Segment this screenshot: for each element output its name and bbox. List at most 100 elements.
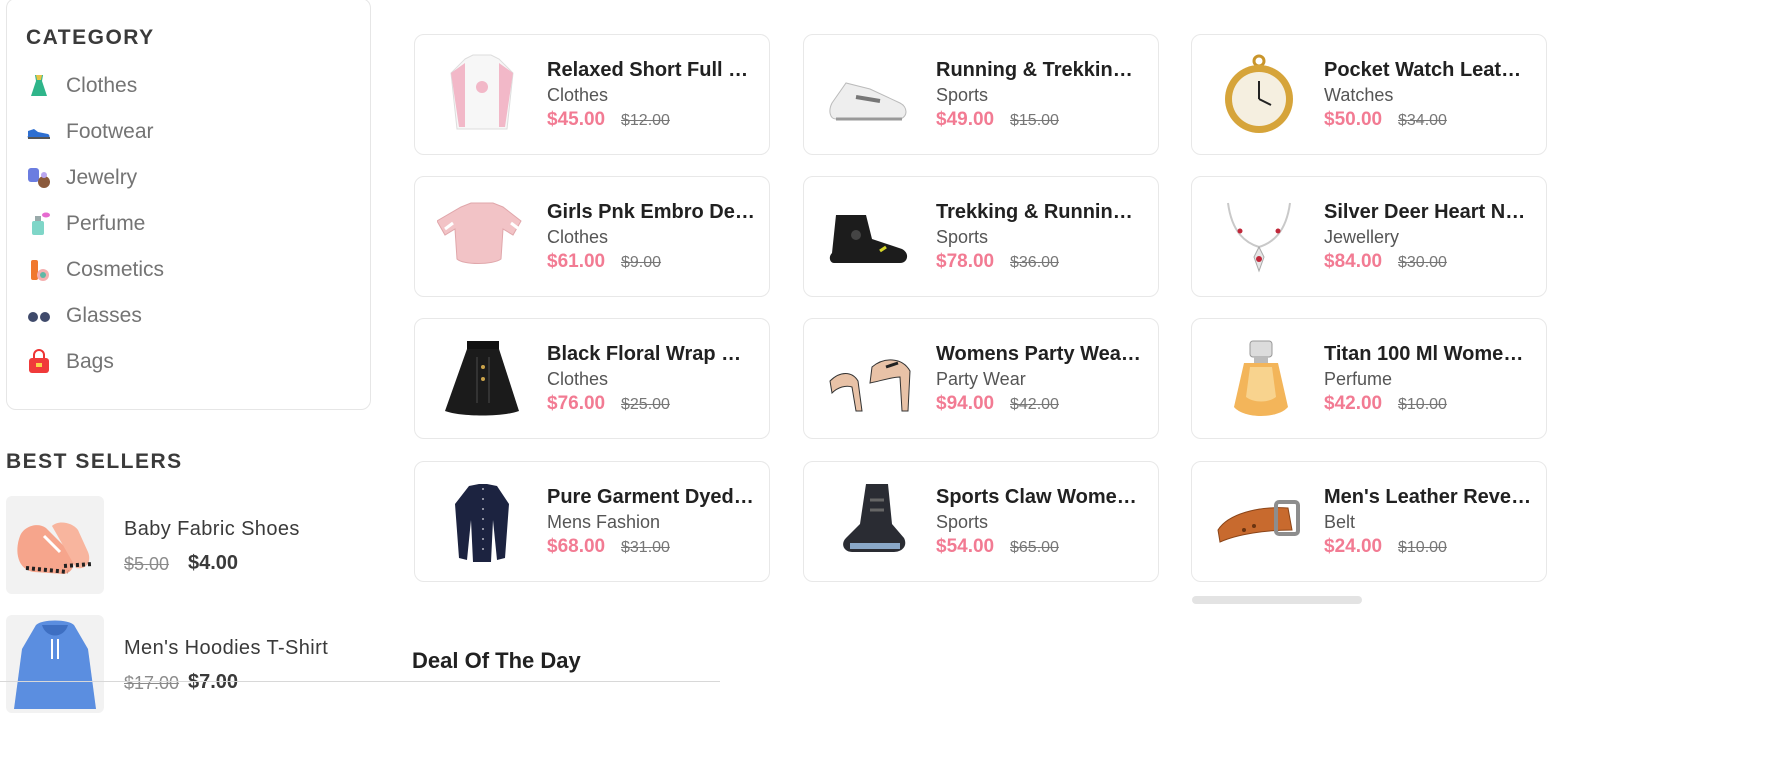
pink-top-image [436, 195, 527, 279]
category-label: Footwear [66, 120, 154, 143]
product-card[interactable]: Trekking & Running Shoes Sports $78.00 $… [803, 176, 1159, 297]
product-old-price: $25.00 [621, 396, 670, 413]
belt-image [1214, 480, 1304, 564]
product-price: $61.00 [547, 251, 606, 272]
best-seller-name: Men's Hoodies T-Shirt [124, 637, 329, 659]
product-price: $78.00 [936, 251, 995, 272]
best-seller-item[interactable]: Men's Hoodies T-Shirt $17.00 $7.00 [6, 615, 376, 715]
category-label: Glasses [66, 304, 142, 327]
horizontal-scrollbar[interactable] [1192, 596, 1362, 604]
perfume-bottle-image [1214, 337, 1304, 421]
product-title[interactable]: Trekking & Running Shoes [936, 201, 1144, 224]
product-card[interactable]: Silver Deer Heart Necklace Jewellery $84… [1191, 176, 1547, 297]
best-seller-price: $4.00 [188, 552, 239, 574]
category-item-footwear[interactable]: Footwear [26, 117, 154, 147]
necklace-image [1214, 195, 1304, 279]
product-price: $49.00 [936, 109, 995, 130]
cosmetics-icon [26, 257, 52, 283]
product-category: Perfume [1324, 369, 1393, 389]
category-item-glasses[interactable]: Glasses [26, 301, 142, 331]
running-shoe-image [826, 53, 916, 137]
best-seller-name: Baby Fabric Shoes [124, 518, 300, 540]
product-old-price: $10.00 [1398, 396, 1447, 413]
product-card[interactable]: Relaxed Short Full Sleeve T-Shirt Clothe… [414, 34, 770, 155]
category-label: Perfume [66, 212, 146, 235]
product-category: Jewellery [1324, 227, 1400, 247]
product-price: $84.00 [1324, 251, 1383, 272]
product-card[interactable]: Girls Pnk Embro Design Top Clothes $61.0… [414, 176, 770, 297]
product-title[interactable]: Running & Trekking Shoe [936, 59, 1144, 82]
product-old-price: $9.00 [621, 254, 662, 271]
product-title[interactable]: Silver Deer Heart Necklace [1324, 201, 1532, 224]
category-item-clothes[interactable]: Clothes [26, 71, 137, 101]
product-category: Clothes [547, 85, 609, 105]
product-card[interactable]: Running & Trekking Shoe Sports $49.00 $1… [803, 34, 1159, 155]
product-title[interactable]: Titan 100 Ml Womens Perfume [1324, 343, 1532, 366]
product-title[interactable]: Pocket Watch Leather Pouch [1324, 59, 1532, 82]
product-price: $54.00 [936, 536, 995, 557]
product-category: Belt [1324, 512, 1356, 532]
product-price: $68.00 [547, 536, 606, 557]
product-category: Sports [936, 227, 989, 247]
divider [0, 681, 720, 682]
product-title[interactable]: Men's Leather Reversible Belt [1324, 486, 1532, 509]
product-card[interactable]: Womens Party Wear Shoes Party Wear $94.0… [803, 318, 1159, 439]
product-old-price: $30.00 [1398, 254, 1447, 271]
shirt-image [437, 480, 527, 564]
pocket-watch-image [1214, 53, 1304, 137]
product-old-price: $15.00 [1010, 112, 1059, 129]
product-title[interactable]: Relaxed Short Full Sleeve T-Shirt [547, 59, 755, 82]
product-old-price: $65.00 [1010, 539, 1059, 556]
product-title[interactable]: Black Floral Wrap Midi Skirt [547, 343, 755, 366]
product-card[interactable]: Titan 100 Ml Womens Perfume Perfume $42.… [1191, 318, 1547, 439]
category-item-bags[interactable]: Bags [26, 347, 114, 377]
product-old-price: $36.00 [1010, 254, 1059, 271]
dress-icon [26, 73, 52, 99]
best-seller-item[interactable]: Baby Fabric Shoes $5.00 $4.00 [6, 496, 376, 596]
product-old-price: $10.00 [1398, 539, 1447, 556]
tshirt-image [437, 53, 527, 137]
product-category: Sports [936, 85, 989, 105]
product-category: Clothes [547, 227, 609, 247]
product-title[interactable]: Sports Claw Women's Shoes [936, 486, 1144, 509]
category-title: CATEGORY [26, 26, 155, 49]
best-seller-old-price: $5.00 [124, 554, 170, 574]
product-old-price: $12.00 [621, 112, 670, 129]
product-price: $24.00 [1324, 536, 1383, 557]
product-category: Party Wear [936, 369, 1026, 389]
product-category: Clothes [547, 369, 609, 389]
product-card[interactable]: Men's Leather Reversible Belt Belt $24.0… [1191, 461, 1547, 582]
product-category: Watches [1324, 85, 1394, 105]
deal-of-the-day-title: Deal Of The Day [412, 648, 581, 673]
category-label: Clothes [66, 74, 138, 97]
product-card[interactable]: Pocket Watch Leather Pouch Watches $50.0… [1191, 34, 1547, 155]
category-item-cosmetics[interactable]: Cosmetics [26, 255, 164, 285]
hoodie-image [6, 615, 104, 713]
product-title[interactable]: Pure Garment Dyed Cotton Shirt [547, 486, 755, 509]
product-card[interactable]: Sports Claw Women's Shoes Sports $54.00 … [803, 461, 1159, 582]
perfume-icon [26, 211, 52, 237]
shoe-icon [26, 119, 52, 145]
product-title[interactable]: Womens Party Wear Shoes [936, 343, 1144, 366]
product-price: $45.00 [547, 109, 606, 130]
product-title[interactable]: Girls Pnk Embro Design Top [547, 201, 755, 224]
product-card[interactable]: Pure Garment Dyed Cotton Shirt Mens Fash… [414, 461, 770, 582]
best-seller-price: $7.00 [188, 671, 239, 693]
product-category: Sports [936, 512, 989, 532]
category-label: Cosmetics [66, 258, 165, 281]
category-label: Bags [66, 350, 114, 373]
sports-shoe-image [826, 480, 916, 564]
product-price: $50.00 [1324, 109, 1383, 130]
product-old-price: $42.00 [1010, 396, 1059, 413]
product-card[interactable]: Black Floral Wrap Midi Skirt Clothes $76… [414, 318, 770, 439]
bag-icon [26, 349, 52, 375]
product-price: $76.00 [547, 393, 606, 414]
trekking-shoe-image [826, 195, 916, 279]
product-price: $94.00 [936, 393, 995, 414]
glasses-icon [26, 303, 52, 329]
category-item-jewelry[interactable]: Jewelry [26, 163, 137, 193]
product-old-price: $31.00 [621, 539, 670, 556]
product-old-price: $34.00 [1398, 112, 1447, 129]
skirt-image [437, 337, 527, 421]
category-item-perfume[interactable]: Perfume [26, 209, 145, 239]
